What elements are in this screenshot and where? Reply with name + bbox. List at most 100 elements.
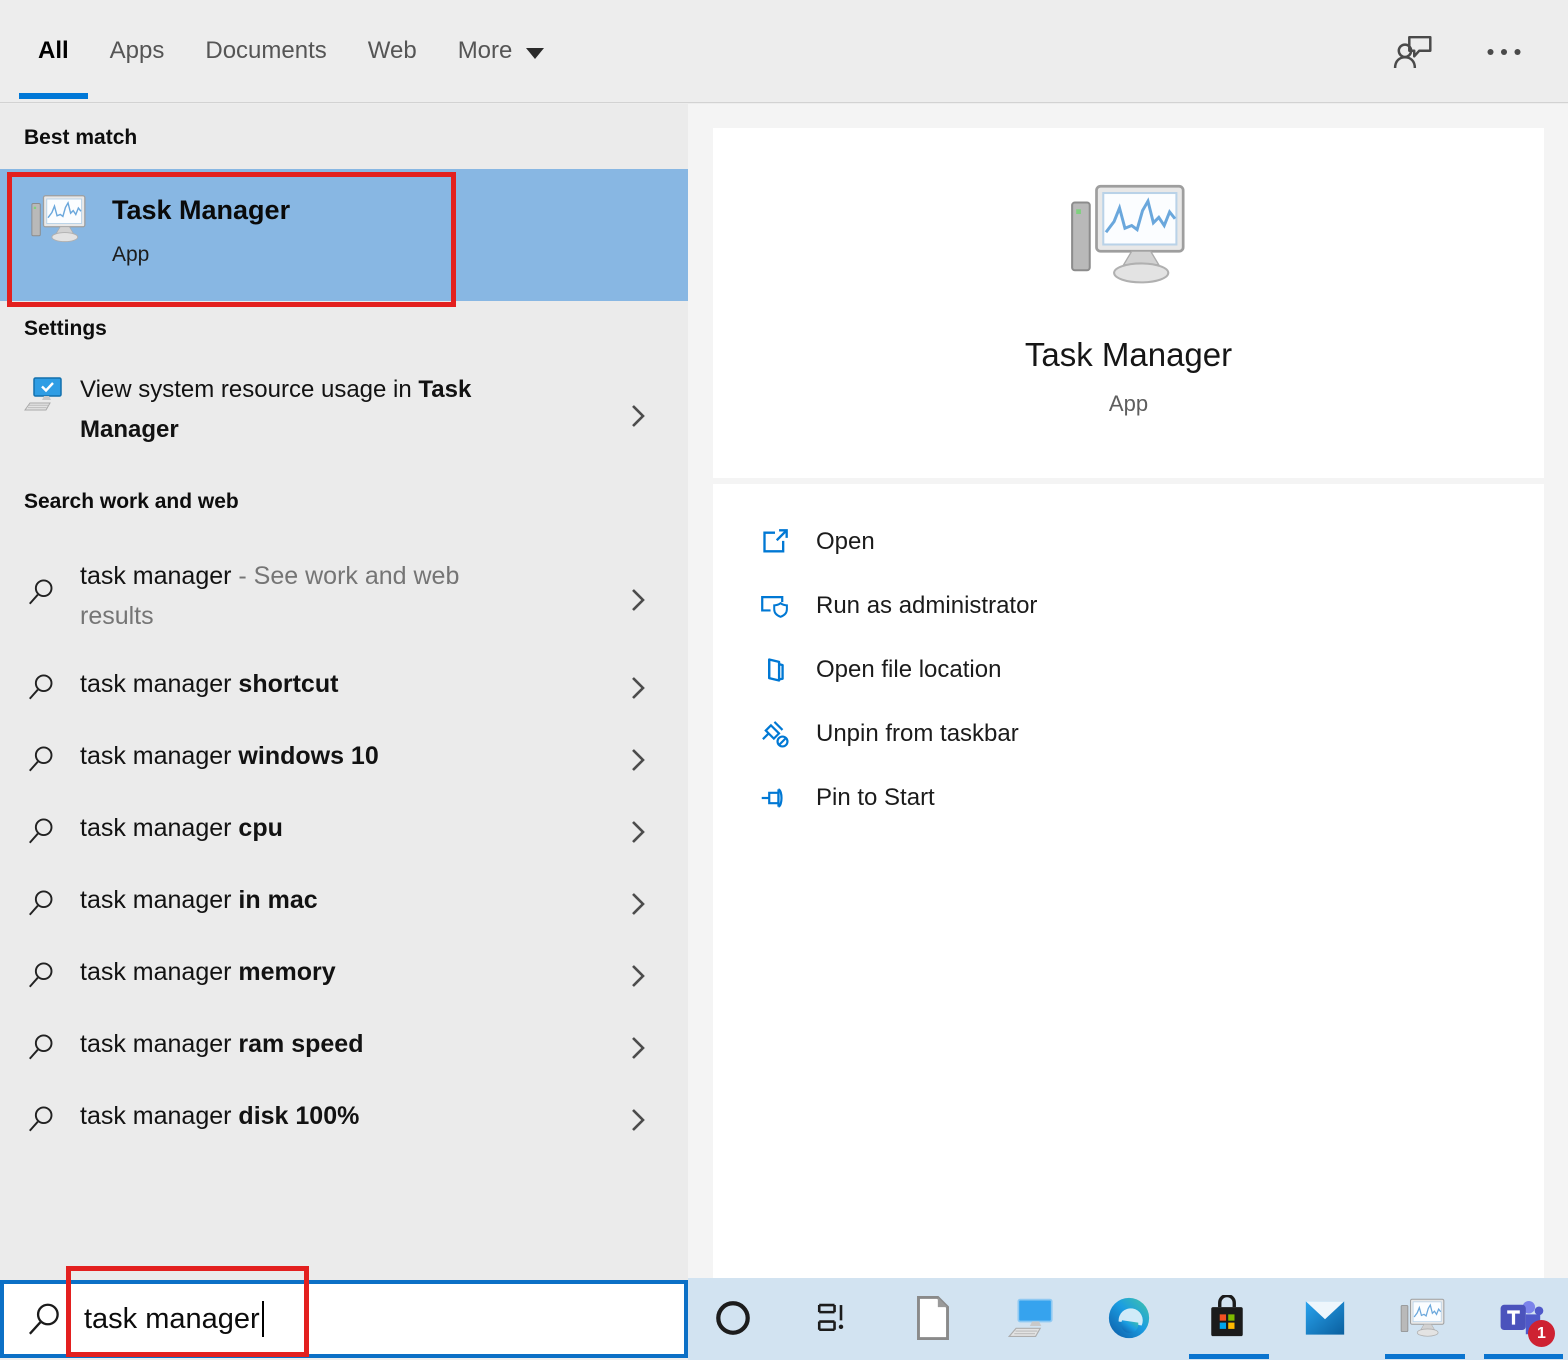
chevron-right-icon [626,745,650,775]
search-filter-tabs: All Apps Documents Web More [0,0,1568,103]
preview-subtitle: App [1109,391,1148,417]
action-label: Open file location [816,656,1001,684]
search-suggestion-row[interactable]: task manager - See work and web results [0,546,688,650]
mail-icon[interactable] [1300,1293,1350,1343]
action-unpin-from-taskbar[interactable]: Unpin from taskbar [713,702,1544,766]
tab-apps-label: Apps [110,37,165,65]
settings-heading: Settings [24,317,107,341]
tab-all[interactable]: All [38,0,69,102]
suggestion-text: task manager ram speed [80,1030,363,1059]
edge-browser-icon[interactable] [1104,1293,1154,1343]
search-suggestion-row[interactable]: task manager memory [0,938,688,1010]
search-input[interactable]: task manager [0,1280,688,1358]
search-suggestion-row[interactable]: task manager cpu [0,794,688,866]
preview-title: Task Manager [1025,336,1232,374]
suggestion-text: task manager - See work and web results [80,556,520,636]
search-suggestion-row[interactable]: task manager in mac [0,866,688,938]
search-suggestion-row[interactable]: task manager disk 100% [0,1082,688,1154]
suggestion-prefix: task manager [80,886,238,914]
search-suggestion-row[interactable]: task manager shortcut [0,650,688,722]
tab-apps[interactable]: Apps [110,0,165,102]
action-label: Pin to Start [816,784,935,812]
suggestion-text: task manager memory [80,958,336,987]
action-label: Open [816,528,875,556]
feedback-icon[interactable] [1392,33,1434,71]
action-run-as-administrator[interactable]: Run as administrator [713,574,1544,638]
preview-app-card: Task Manager App [713,128,1544,478]
chevron-right-icon [626,1105,650,1135]
preview-actions-card: Open Run as administrator [713,484,1544,1278]
action-pin-to-start[interactable]: Pin to Start [713,766,1544,830]
chevron-right-icon [626,1033,650,1063]
best-match-subtitle: App [112,243,149,267]
search-suggestion-row[interactable]: task manager windows 10 [0,722,688,794]
action-label: Run as administrator [816,592,1037,620]
cortana-icon[interactable] [708,1293,758,1343]
search-icon [26,671,56,703]
suggestion-bold: shortcut [238,670,338,698]
suggestion-prefix: task manager [80,958,238,986]
search-icon [26,959,56,991]
windows-search-panel: All Apps Documents Web More Best [0,0,1568,1360]
suggestion-text: task manager disk 100% [80,1102,359,1131]
suggestion-prefix: task manager [80,670,238,698]
settings-result-label: View system resource usage in Task Manag… [80,370,570,450]
settings-label-prefix: View system resource usage in [80,376,418,403]
settings-result[interactable]: View system resource usage in Task Manag… [0,356,688,468]
search-input-value: task manager [84,1303,260,1336]
task-manager-app-icon [1064,178,1194,292]
search-icon [26,576,56,608]
search-suggestion-row[interactable]: task manager ram speed [0,1010,688,1082]
web-search-heading: Search work and web [24,490,239,514]
task-manager-app-icon [28,191,90,247]
document-app-icon[interactable] [908,1293,958,1343]
pc-monitor-icon[interactable] [1006,1293,1056,1343]
action-open-file-location[interactable]: Open file location [713,638,1544,702]
chevron-down-icon [526,48,544,59]
open-file-location-icon [760,656,790,684]
system-monitor-icon [22,376,64,414]
tab-more[interactable]: More [458,0,545,102]
action-open[interactable]: Open [713,510,1544,574]
suggestion-prefix: task manager [80,562,231,590]
search-icon [26,815,56,847]
text-cursor [262,1301,264,1337]
running-indicator-teams [1484,1354,1563,1359]
run-as-administrator-icon [760,592,790,620]
tab-all-label: All [38,37,69,65]
suggestion-bold: cpu [238,814,282,842]
tab-documents[interactable]: Documents [205,0,326,102]
chevron-right-icon [626,401,650,431]
search-icon [26,887,56,919]
chevron-right-icon [626,673,650,703]
taskbar: 1 [688,1278,1568,1360]
search-icon [26,743,56,775]
more-options-icon[interactable] [1486,47,1522,57]
suggestion-prefix: task manager [80,742,238,770]
suggestion-bold: windows 10 [238,742,378,770]
search-results-panel: Best match Task Manager App Settings [0,104,688,1280]
task-view-icon[interactable] [806,1293,856,1343]
tab-web-label: Web [368,37,417,65]
teams-notification-badge: 1 [1528,1320,1555,1347]
pin-icon [760,783,790,813]
tab-more-label: More [458,37,513,65]
best-match-heading: Best match [24,126,137,150]
suggestion-bold: in mac [238,886,317,914]
running-indicator-task-manager [1385,1354,1465,1359]
suggestion-bold: memory [238,958,335,986]
chevron-right-icon [626,889,650,919]
task-manager-taskbar-icon[interactable] [1398,1293,1448,1343]
tab-web[interactable]: Web [368,0,417,102]
microsoft-store-icon[interactable] [1202,1293,1252,1343]
search-icon [26,1031,56,1063]
suggestion-prefix: task manager [80,1030,238,1058]
best-match-result[interactable]: Task Manager App [0,169,688,301]
suggestion-bold: disk 100% [238,1102,359,1130]
suggestion-text: task manager cpu [80,814,283,843]
tab-documents-label: Documents [205,37,326,65]
suggestion-text: task manager windows 10 [80,742,379,771]
open-icon [760,528,790,556]
action-label: Unpin from taskbar [816,720,1019,748]
chevron-right-icon [626,585,650,615]
